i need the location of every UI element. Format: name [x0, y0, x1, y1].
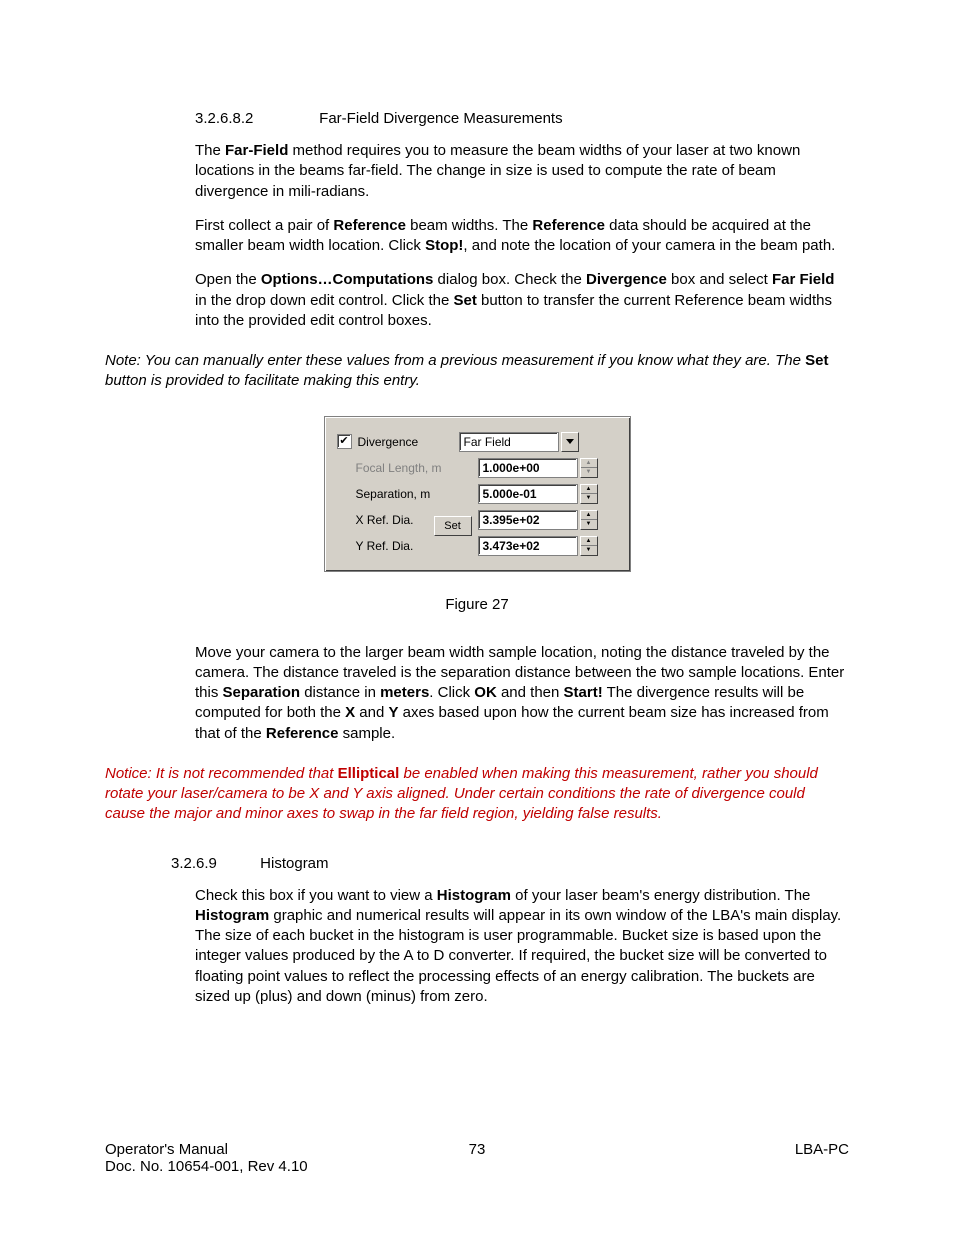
yref-field[interactable]: 3.473e+02 [478, 536, 578, 556]
heading-title: Histogram [260, 855, 328, 872]
notice: Notice: It is not recommended that Ellip… [105, 764, 849, 825]
dropdown-button[interactable] [561, 432, 579, 452]
xref-label: X Ref. Dia. [356, 513, 414, 527]
heading-32682: 3.2.6.8.2 Far-Field Divergence Measureme… [195, 110, 849, 127]
section-32682: 3.2.6.8.2 Far-Field Divergence Measureme… [195, 110, 849, 331]
paragraph: Open the Options…Computations dialog box… [195, 270, 849, 331]
divergence-label: Divergence [358, 435, 419, 449]
note: Note: You can manually enter these value… [105, 351, 849, 392]
separation-label: Separation, m [356, 487, 431, 501]
paragraph: Move your camera to the larger beam widt… [195, 643, 849, 744]
xref-spinner[interactable]: ▲▼ [580, 510, 598, 530]
set-button[interactable]: Set [434, 516, 472, 536]
yref-label: Y Ref. Dia. [356, 539, 414, 553]
figure-caption: Figure 27 [105, 596, 849, 613]
post-figure-block: Move your camera to the larger beam widt… [195, 643, 849, 744]
chevron-down-icon [566, 439, 574, 444]
focal-spinner: ▲▼ [580, 458, 598, 478]
paragraph: First collect a pair of Reference beam w… [195, 216, 849, 257]
focal-length-label: Focal Length, m [356, 461, 442, 475]
paragraph: Check this box if you want to view a His… [195, 886, 849, 1008]
heading-3269: 3.2.6.9 Histogram [171, 855, 849, 872]
heading-number: 3.2.6.8.2 [195, 110, 315, 127]
page: 3.2.6.8.2 Far-Field Divergence Measureme… [0, 0, 954, 1235]
focal-length-field[interactable]: 1.000e+00 [478, 458, 578, 478]
check-icon: ✔ [339, 436, 348, 447]
yref-spinner[interactable]: ▲▼ [580, 536, 598, 556]
divergence-dialog: ✔ Divergence Far Field Focal Length, m 1… [324, 416, 631, 572]
divergence-checkbox[interactable]: ✔ [337, 434, 352, 449]
method-dropdown[interactable]: Far Field [459, 432, 559, 452]
heading-number: 3.2.6.9 [171, 855, 256, 872]
heading-title: Far-Field Divergence Measurements [319, 110, 562, 127]
page-footer: Operator's Manual Doc. No. 10654-001, Re… [105, 1141, 849, 1175]
footer-page-number: 73 [105, 1141, 849, 1158]
section-3269-body: Check this box if you want to view a His… [195, 886, 849, 1008]
separation-spinner[interactable]: ▲▼ [580, 484, 598, 504]
xref-field[interactable]: 3.395e+02 [478, 510, 578, 530]
separation-field[interactable]: 5.000e-01 [478, 484, 578, 504]
paragraph: The Far-Field method requires you to mea… [195, 141, 849, 202]
